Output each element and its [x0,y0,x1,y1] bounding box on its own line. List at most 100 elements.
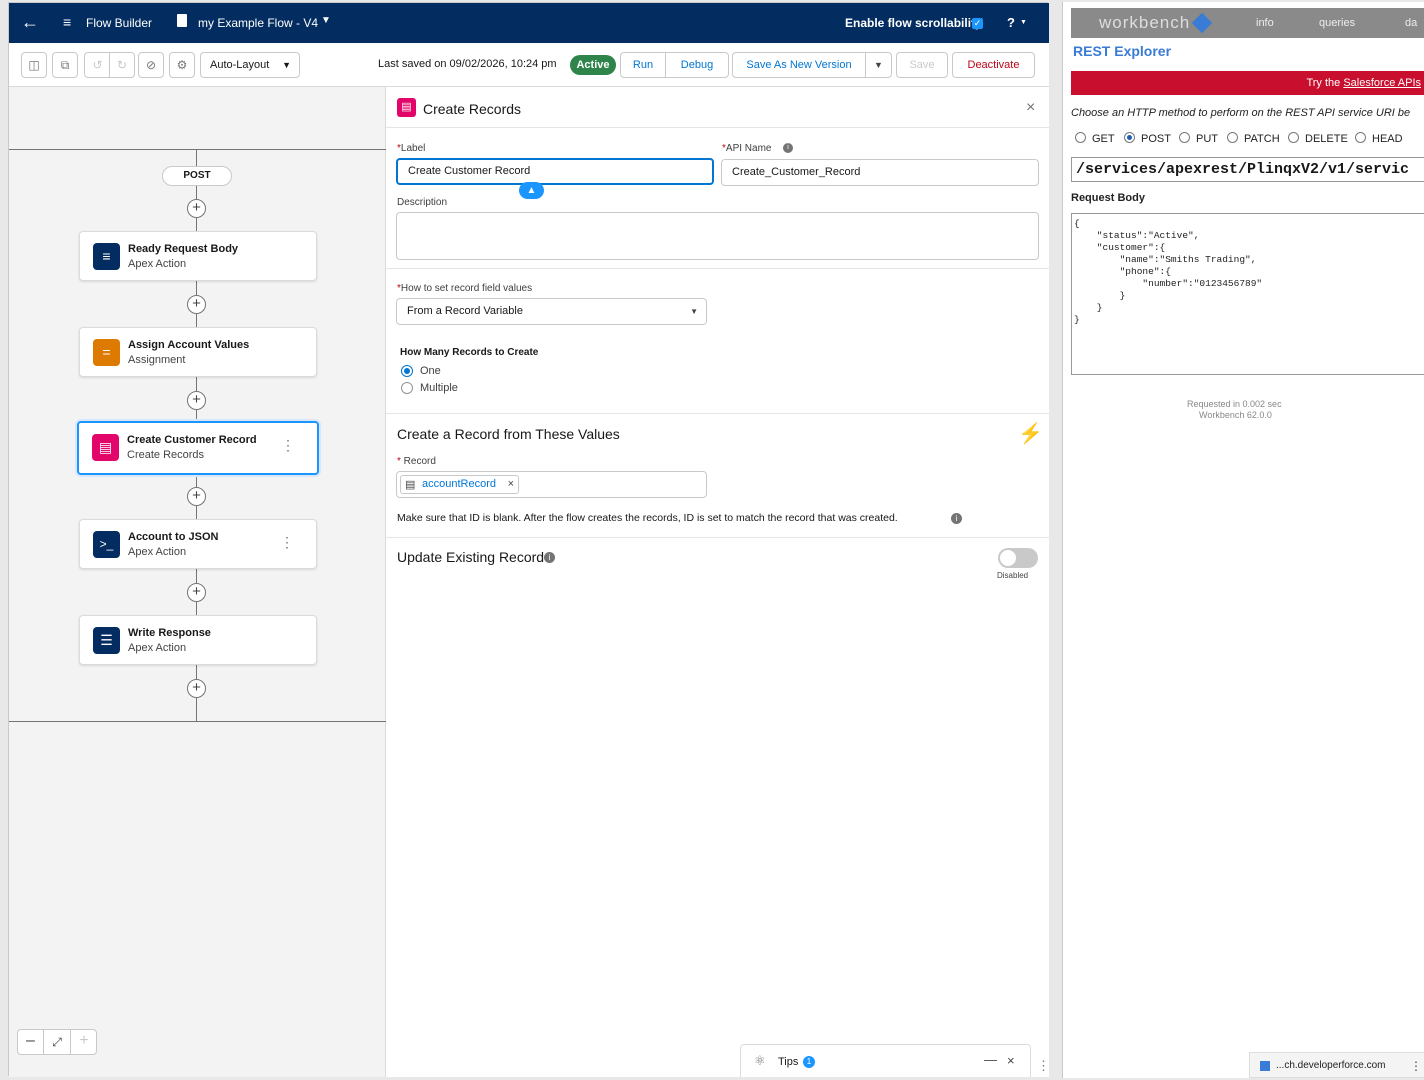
how-to-set-value: From a Record Variable [407,305,523,317]
radio-one[interactable] [401,365,413,377]
record-pill[interactable]: ▤ accountRecord × [400,475,519,494]
minimize-icon[interactable]: — [984,1052,997,1067]
how-to-set-select[interactable]: From a Record Variable ▼ [396,298,707,325]
zoom-in-icon[interactable]: + [71,1030,97,1054]
assignment-icon: = [93,339,120,366]
menu-more[interactable]: da [1405,17,1417,29]
start-pill[interactable]: POST [162,166,232,186]
node-menu-icon[interactable]: ⋮ [280,534,294,551]
save-menu-chevron-icon[interactable]: ▼ [865,52,892,78]
node-title: Account to JSON [128,531,219,543]
method-radio-head[interactable] [1355,132,1366,143]
flow-canvas[interactable]: POST + ≡ Ready Request Body Apex Action … [9,87,386,1077]
menu-queries[interactable]: queries [1319,17,1355,29]
settings-gear-icon[interactable]: ⚙ [169,52,195,78]
back-arrow-icon[interactable]: ← [21,12,39,33]
help-chevron-icon[interactable]: ▼ [1020,19,1027,26]
divider [386,537,1049,538]
redo-icon[interactable]: ↻ [109,52,135,78]
node-menu-icon[interactable]: ⋮ [281,437,295,454]
radio-multiple[interactable] [401,382,413,394]
record-pill-label: accountRecord [422,478,496,490]
description-textarea[interactable] [396,212,1039,260]
toggle-panel-icon[interactable]: ◫ [21,52,47,78]
info-icon[interactable]: i [951,513,962,524]
tips-bar[interactable]: ⚛ Tips 1 — × [740,1044,1031,1077]
method-radio-delete[interactable] [1288,132,1299,143]
app-name: Flow Builder [86,16,153,30]
workbench-cube-icon [1191,12,1213,34]
add-element-plus-icon[interactable]: + [187,679,206,698]
method-radio-patch[interactable] [1227,132,1238,143]
chevron-down-icon[interactable]: ▼ [321,15,331,26]
instruction-text: Choose an HTTP method to perform on the … [1071,107,1411,119]
scroll-checkbox[interactable]: ✓ [972,18,983,29]
record-variable-icon: ▤ [405,479,416,491]
deactivate-button[interactable]: Deactivate [952,52,1035,78]
node-title: Ready Request Body [128,243,239,255]
close-icon[interactable]: × [1007,1053,1015,1068]
site-cube-icon [1260,1061,1270,1071]
close-icon[interactable]: × [1026,99,1035,117]
api-name-label: *API Name [722,143,772,154]
flow-name[interactable]: my Example Flow - V4 [198,16,318,30]
chevron-down-icon: ▼ [282,60,291,70]
remove-pill-icon[interactable]: × [508,476,514,493]
info-icon[interactable]: i [783,143,793,153]
tips-icon: ⚛ [754,1053,766,1068]
status-url: ...ch.developerforce.com [1276,1060,1386,1071]
method-label-head: HEAD [1372,133,1403,145]
node-subtitle: Apex Action [128,642,187,654]
workbench-version: Workbench 62.0.0 [1199,410,1272,420]
node-subtitle: Apex Action [128,258,187,270]
request-body-textarea[interactable]: { "status":"Active", "customer":{ "name"… [1071,213,1424,375]
workbench-header: workbench info queries da [1071,8,1424,38]
flow-node[interactable]: ≡ Ready Request Body Apex Action [79,231,317,281]
method-radio-post[interactable] [1124,132,1135,143]
info-icon[interactable]: i [544,552,555,563]
flow-node[interactable]: = Assign Account Values Assignment [79,327,317,377]
more-options-icon[interactable]: ⋮ [1410,1059,1422,1073]
banner-link[interactable]: Salesforce APIs [1343,77,1421,89]
add-element-plus-icon[interactable]: + [187,583,206,602]
zoom-out-icon[interactable]: – [18,1030,44,1054]
copy-icon[interactable]: ⧉ [52,52,78,78]
update-toggle[interactable] [998,548,1038,568]
tips-count-badge: 1 [803,1056,815,1068]
save-button[interactable]: Save [896,52,948,78]
undo-icon[interactable]: ↺ [84,52,110,78]
help-button[interactable]: ? [1007,15,1015,30]
apex-action-icon: ≡ [93,243,120,270]
api-name-input[interactable]: Create_Customer_Record [721,159,1039,186]
menu-info[interactable]: info [1256,17,1274,29]
error-check-icon[interactable]: ⊘ [138,52,164,78]
request-body-content: { "status":"Active", "customer":{ "name"… [1074,218,1263,325]
debug-button[interactable]: Debug [665,52,729,78]
flow-node[interactable]: ☰ Write Response Apex Action [79,615,317,665]
canvas-bottom-line [9,721,386,722]
label-input[interactable]: Create Customer Record [396,158,714,185]
canvas-top-line [9,149,386,150]
method-radio-put[interactable] [1179,132,1190,143]
record-lookup[interactable]: ▤ accountRecord × [396,471,707,498]
add-element-plus-icon[interactable]: + [187,487,206,506]
flow-node-selected[interactable]: ▤ Create Customer Record Create Records … [77,421,319,475]
toggle-knob [1000,550,1016,566]
insert-resource-icon[interactable]: ▲ [519,182,544,199]
layout-select[interactable]: Auto-Layout ▼ [200,52,300,78]
add-element-plus-icon[interactable]: + [187,391,206,410]
save-as-new-version-button[interactable]: Save As New Version [732,52,866,78]
method-radio-get[interactable] [1075,132,1086,143]
last-saved-text: Last saved on 09/02/2026, 10:24 pm [378,58,557,70]
flow-node[interactable]: >_ Account to JSON Apex Action ⋮ [79,519,317,569]
run-button[interactable]: Run [620,52,666,78]
page-title: REST Explorer [1073,43,1172,59]
add-element-plus-icon[interactable]: + [187,295,206,314]
window-menu-icon[interactable]: ⋮ [1037,1058,1050,1074]
method-label-post: POST [1141,133,1171,145]
fit-view-icon[interactable]: ⤢ [44,1030,71,1054]
method-label-get: GET [1092,133,1115,145]
uri-input[interactable]: /services/apexrest/PlinqxV2/v1/servic [1071,157,1424,182]
divider [386,127,1049,128]
add-element-plus-icon[interactable]: + [187,199,206,218]
